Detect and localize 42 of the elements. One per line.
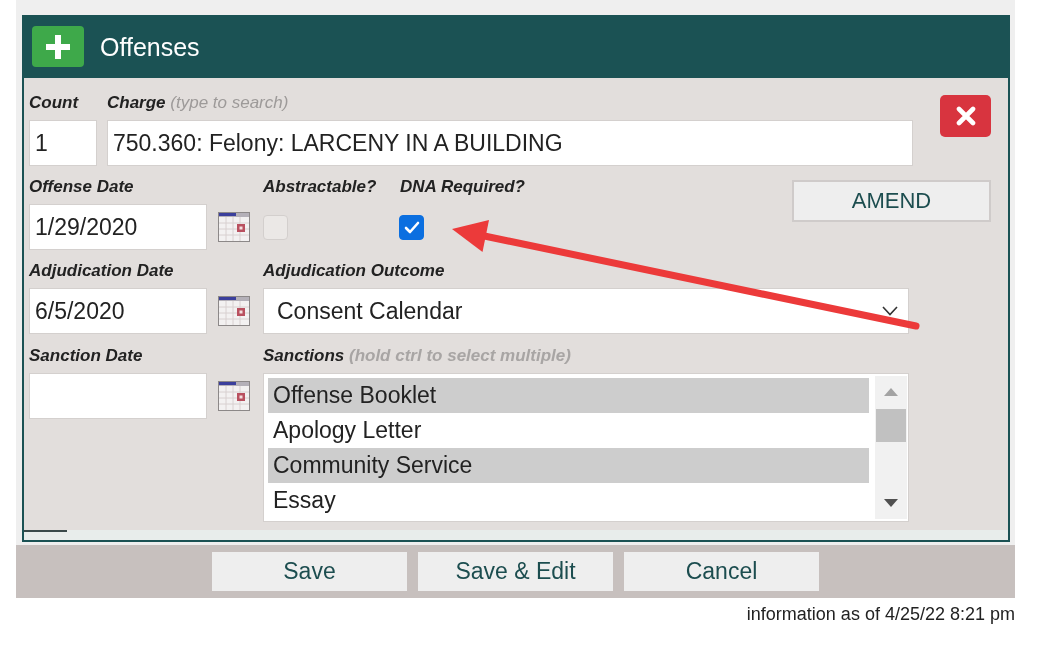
calendar-icon[interactable] (218, 212, 250, 242)
charge-search-field[interactable]: 750.360: Felony: LARCENY IN A BUILDING (107, 120, 913, 166)
plus-icon (46, 34, 70, 59)
list-option[interactable]: Apology Letter (268, 413, 869, 448)
date-field[interactable]: 6/5/2020 (29, 288, 207, 334)
calendar-icon[interactable] (218, 296, 250, 326)
calendar-icon[interactable] (218, 381, 250, 411)
field-label: Adjudication Outcome (263, 261, 446, 281)
scrollbar-thumb[interactable] (876, 409, 906, 442)
checkmark-icon (403, 221, 420, 234)
outcome-dropdown[interactable]: Consent Calendar (263, 288, 909, 334)
checkbox-label: Abstractable? (263, 177, 377, 197)
date-field[interactable]: 1/29/2020 (29, 204, 207, 250)
chevron-down-icon (882, 306, 898, 316)
horizontal-scrollbar[interactable] (24, 530, 1008, 540)
caret-up-icon[interactable] (884, 388, 898, 396)
scrollbar[interactable] (875, 376, 907, 519)
section-title: Offenses (100, 31, 200, 62)
count-field[interactable]: 1 (29, 120, 97, 166)
field-label: Offense Date (29, 177, 135, 197)
date-field[interactable] (29, 373, 207, 419)
amend-button[interactable]: AMEND (792, 180, 991, 222)
action-button[interactable]: Save (212, 552, 407, 591)
sanctions-listbox[interactable]: Offense Booklet Apology Letter Community Service Essay (263, 373, 909, 522)
field-label: Count (29, 93, 80, 113)
field-label: Charge (type to search) (107, 93, 290, 113)
checkbox-label: DNA Required? (400, 177, 525, 197)
list-option[interactable]: Community Service (268, 448, 869, 483)
close-icon (955, 106, 976, 126)
field-label: Sanctions (hold ctrl to select multiple) (263, 346, 572, 366)
field-label: Adjudication Date (29, 261, 175, 281)
info-timestamp: information as of 4/25/22 8:21 pm (745, 604, 1015, 624)
field-label: Sanction Date (29, 346, 144, 366)
checkbox[interactable] (399, 215, 424, 240)
scrollbar-thumb[interactable] (24, 530, 67, 532)
add-button[interactable] (32, 26, 84, 67)
list-option[interactable]: Essay (268, 483, 869, 518)
action-button[interactable]: Save & Edit (418, 552, 613, 591)
action-button[interactable]: Cancel (624, 552, 819, 591)
caret-down-icon[interactable] (884, 499, 898, 507)
delete-button[interactable] (940, 95, 991, 137)
list-option[interactable]: Offense Booklet (268, 378, 869, 413)
